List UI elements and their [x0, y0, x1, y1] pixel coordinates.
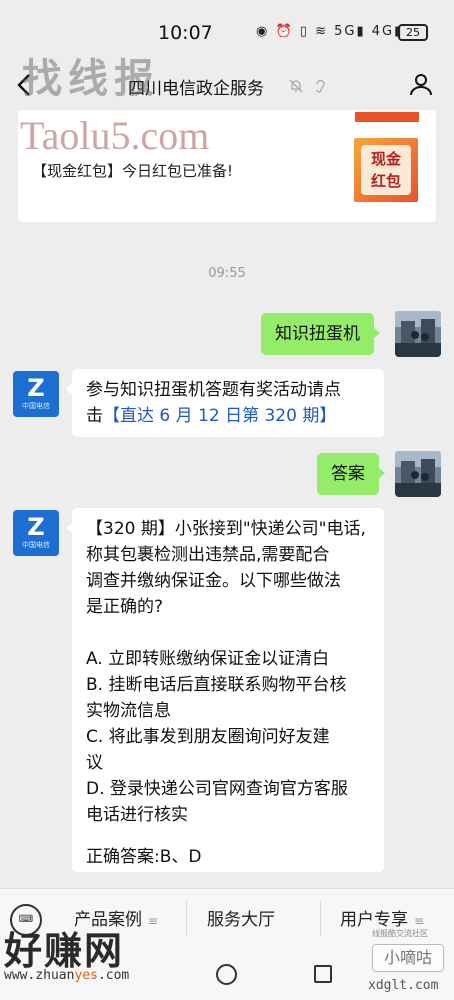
option-c: C. 将此事发到朋友圈询问好友建 — [86, 727, 330, 747]
promo-image-top — [355, 112, 419, 122]
menu-list-icon: ≡ — [414, 914, 425, 928]
option-b-cont: 实物流信息 — [86, 701, 171, 721]
promo-thumb-line1: 现金 — [370, 150, 401, 168]
avatar[interactable] — [395, 451, 441, 497]
home-button-icon[interactable] — [216, 964, 237, 985]
message-bubble-sent[interactable]: 知识扭蛋机 — [261, 313, 380, 355]
telecom-logo-icon: Z — [27, 374, 45, 402]
message-line: 调查并缴纳保证金。以下哪些做法 — [86, 571, 341, 591]
message-text: 答案 — [331, 464, 365, 484]
recents-button-icon[interactable] — [314, 965, 332, 983]
ear-icon — [312, 78, 328, 94]
correct-answer: 正确答案:B、D — [86, 847, 202, 867]
watermark-badge: 小嘀咕 — [372, 944, 444, 972]
menu-item-label: 服务大厅 — [207, 910, 275, 930]
message-line: 称其包裹检测出违禁品,需要配合 — [86, 545, 330, 565]
watermark-title: 找线报 — [22, 55, 160, 102]
promo-thumbnail: 现金 红包 — [354, 138, 418, 202]
avatar[interactable]: Z 中国电信 — [13, 510, 59, 556]
avatar[interactable] — [395, 311, 441, 357]
message-bubble-received[interactable]: 参与知识扭蛋机答题有奖活动请点 击【直达 6 月 12 日第 320 期】 — [66, 369, 384, 437]
watermark-url-mid: yes — [74, 968, 98, 983]
menu-list-icon: ≡ — [148, 914, 159, 928]
watermark-url-pre: www.zhuan — [4, 968, 75, 983]
message-bubble-sent[interactable]: 答案 — [317, 453, 385, 495]
status-time: 10:07 — [158, 22, 213, 44]
promo-text: 【现金红包】今日红包已准备! — [32, 162, 234, 180]
avatar[interactable]: Z 中国电信 — [13, 371, 59, 417]
telecom-logo-icon: Z — [27, 513, 45, 541]
message-text: 知识扭蛋机 — [275, 324, 360, 344]
avatar-caption: 中国电信 — [22, 402, 50, 410]
watermark-domain: Taolu5.com — [20, 113, 210, 158]
option-d-cont: 电话进行核实 — [86, 805, 188, 825]
menu-divider — [186, 900, 187, 936]
message-timestamp: 09:55 — [208, 266, 246, 281]
message-line: 击 — [86, 406, 103, 426]
mute-bell-icon — [288, 78, 304, 94]
watermark-logo: 好赚网 — [4, 929, 125, 973]
message-line: 【320 期】小张接到"快递公司"电话, — [86, 519, 366, 539]
battery-icon: 25 — [398, 24, 428, 41]
watermark-site: xdglt.com — [368, 978, 439, 993]
menu-item-user-exclusive[interactable]: 用户专享 ≡ — [340, 905, 424, 930]
watermark-community: 线报酷交流社区 — [372, 929, 428, 938]
option-c-cont: 议 — [86, 753, 103, 773]
message-line: 参与知识扭蛋机答题有奖活动请点 — [86, 380, 341, 400]
message-line: 是正确的? — [86, 597, 164, 617]
message-bubble-received[interactable]: 【320 期】小张接到"快递公司"电话, 称其包裹检测出违禁品,需要配合 调查并… — [66, 508, 384, 872]
watermark-url-post: .com — [97, 968, 130, 983]
menu-divider — [320, 900, 321, 936]
status-icons: ◉ ⏰ ▯ ≋ 5G▮ 4G▮ — [256, 24, 404, 39]
user-profile-icon[interactable] — [408, 71, 434, 97]
activity-link[interactable]: 【直达 6 月 12 日第 320 期】 — [103, 406, 336, 426]
option-a: A. 立即转账缴纳保证金以证清白 — [86, 649, 330, 669]
avatar-caption: 中国电信 — [22, 541, 50, 549]
promo-thumb-line2: 红包 — [370, 172, 401, 190]
watermark-url: www.zhuanyes.com — [4, 968, 129, 983]
option-b: B. 挂断电话后直接联系购物平台核 — [86, 675, 347, 695]
option-d: D. 登录快递公司官网查询官方客服 — [86, 779, 348, 799]
menu-item-label: 用户专享 — [340, 910, 408, 930]
menu-item-service-hall[interactable]: 服务大厅 — [207, 905, 275, 930]
